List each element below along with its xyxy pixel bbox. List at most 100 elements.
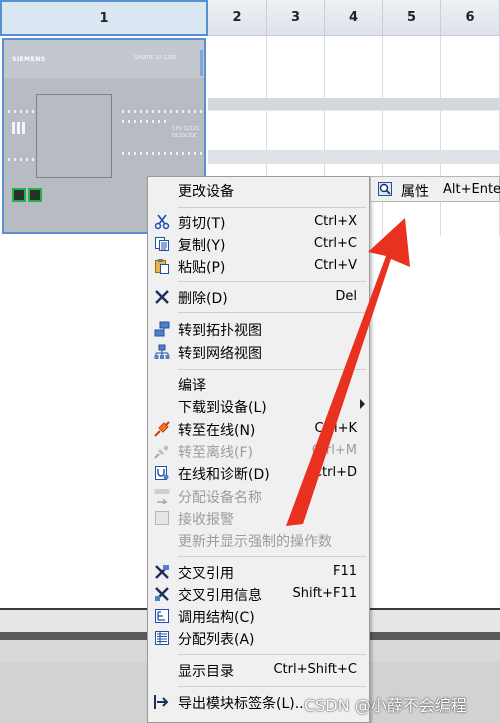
- menu-item-paste[interactable]: 粘贴(P) Ctrl+V: [148, 255, 369, 277]
- slot-header-row: 1 2 3 4 5 6: [0, 0, 500, 36]
- menu-item-label: 接收报警: [178, 512, 234, 528]
- menu-item-go-to-topology-view[interactable]: 转到拓扑视图: [148, 318, 369, 340]
- menu-item-call-structure[interactable]: 调用结构(C): [148, 605, 369, 627]
- cross-reference-icon: [154, 564, 170, 580]
- cpu-power-label: DC/DC/DC: [172, 133, 198, 139]
- slot-header-1[interactable]: 1: [0, 0, 208, 36]
- menu-item-cross-reference-info[interactable]: 交叉引用信息 Shift+F11: [148, 583, 369, 605]
- menu-item-cross-reference[interactable]: 交叉引用 F11: [148, 561, 369, 583]
- slot-header-3[interactable]: 3: [267, 0, 325, 36]
- menu-separator: [178, 654, 366, 655]
- menu-separator: [178, 207, 366, 208]
- device-model-label: SIMATIC S7-1200: [134, 55, 177, 61]
- terminal-dots-left: [8, 110, 34, 113]
- signal-board-slot[interactable]: [36, 94, 112, 178]
- copy-icon: [154, 236, 170, 252]
- rack-slot-5[interactable]: [383, 36, 441, 236]
- menu-separator: [178, 312, 366, 313]
- assign-name-icon: [154, 488, 170, 505]
- submenu-properties[interactable]: 属性 Alt+Enter: [370, 176, 500, 202]
- menu-item-assignment-list[interactable]: 分配列表(A): [148, 627, 369, 649]
- call-structure-icon: [154, 608, 170, 624]
- paste-icon: [154, 258, 170, 274]
- menu-item-label: 编译: [178, 378, 206, 394]
- menu-item-download-to-device[interactable]: 下载到设备(L): [148, 395, 369, 417]
- topology-view-icon: [154, 321, 170, 337]
- menu-item-shortcut: Ctrl+M: [311, 443, 357, 458]
- rack-rail-line: [208, 110, 500, 111]
- menu-item-label: 调用结构(C): [178, 610, 255, 626]
- menu-item-label: 更改设备: [178, 184, 234, 200]
- menu-item-label: 剪切(T): [178, 216, 226, 232]
- menu-item-change-device[interactable]: 更改设备: [148, 179, 369, 201]
- delete-icon: [154, 289, 170, 305]
- menu-item-shortcut: Ctrl+K: [314, 421, 357, 436]
- scissors-icon: [154, 214, 170, 230]
- rack-slot-6[interactable]: [441, 36, 500, 236]
- menu-item-shortcut: Ctrl+Shift+C: [273, 662, 357, 677]
- menu-item-shortcut: Ctrl+V: [314, 258, 357, 273]
- device-brand-label: SIEMENS: [12, 56, 46, 63]
- status-led-icon: [12, 122, 26, 134]
- slot-header-6[interactable]: 6: [441, 0, 500, 36]
- submenu-shortcut: Alt+Enter: [443, 182, 500, 197]
- menu-item-shortcut: Ctrl+D: [312, 465, 357, 480]
- receive-alarm-icon: [154, 510, 170, 526]
- menu-item-go-online[interactable]: 转至在线(N) Ctrl+K: [148, 418, 369, 440]
- menu-item-receive-alarms[interactable]: 接收报警: [148, 507, 369, 529]
- go-online-icon: [154, 421, 170, 437]
- menu-item-go-to-network-view[interactable]: 转到网络视图: [148, 341, 369, 363]
- menu-item-label: 分配列表(A): [178, 632, 255, 648]
- io-dots-lower: [122, 152, 202, 155]
- menu-separator: [178, 556, 366, 557]
- menu-item-label: 导出模块标签条(L)...: [178, 696, 309, 712]
- menu-item-go-offline[interactable]: 转至离线(F) Ctrl+M: [148, 440, 369, 462]
- menu-item-update-forced-operands[interactable]: 更新并显示强制的操作数: [148, 529, 369, 551]
- menu-item-label: 粘贴(P): [178, 260, 226, 276]
- terminal-dots-right: [122, 110, 202, 113]
- menu-item-label: 更新并显示强制的操作数: [178, 534, 332, 550]
- menu-item-label: 分配设备名称: [178, 490, 262, 506]
- menu-item-show-catalog[interactable]: 显示目录 Ctrl+Shift+C: [148, 659, 369, 681]
- rack-rail-upper: [208, 98, 500, 110]
- menu-item-label: 显示目录: [178, 664, 234, 680]
- menu-separator: [178, 281, 366, 282]
- menu-item-label: 交叉引用: [178, 566, 234, 582]
- menu-item-label: 转到网络视图: [178, 346, 262, 362]
- menu-item-label: 下载到设备(L): [178, 400, 267, 416]
- menu-item-label: 转到拓扑视图: [178, 323, 262, 339]
- menu-item-shortcut: F11: [332, 564, 357, 579]
- submenu-label: 属性: [401, 184, 429, 200]
- rack-rail-lower: [208, 150, 500, 164]
- menu-item-online-diagnostics[interactable]: 在线和诊断(D) Ctrl+D: [148, 462, 369, 484]
- menu-separator: [178, 369, 366, 370]
- menu-item-shortcut: Shift+F11: [292, 586, 357, 601]
- slot-header-5[interactable]: 5: [383, 0, 441, 36]
- profinet-port-1-icon[interactable]: [12, 188, 26, 202]
- menu-item-shortcut: Ctrl+C: [313, 236, 357, 251]
- menu-item-label: 交叉引用信息: [178, 588, 262, 604]
- menu-item-label: 转至在线(N): [178, 423, 256, 439]
- diagnostics-icon: [154, 465, 170, 481]
- watermark-text: CSDN @小薛不会编程: [304, 696, 467, 715]
- menu-item-delete[interactable]: 删除(D) Del: [148, 286, 369, 308]
- slot-header-4[interactable]: 4: [325, 0, 383, 36]
- submenu-arrow-icon: [360, 399, 365, 409]
- cross-reference-info-icon: [154, 586, 170, 602]
- menu-item-label: 删除(D): [178, 291, 228, 307]
- menu-item-assign-device-name[interactable]: 分配设备名称: [148, 485, 369, 507]
- menu-item-compile[interactable]: 编译: [148, 373, 369, 395]
- profinet-port-2-icon[interactable]: [28, 188, 42, 202]
- go-offline-icon: [154, 443, 170, 459]
- slot-header-2[interactable]: 2: [208, 0, 267, 36]
- export-icon: [154, 694, 170, 710]
- menu-separator: [178, 686, 366, 687]
- menu-item-shortcut: Del: [335, 289, 357, 304]
- cpu-label: CPU 1212C DC/DC/DC: [172, 126, 200, 140]
- menu-item-label: 在线和诊断(D): [178, 467, 270, 483]
- menu-item-copy[interactable]: 复制(Y) Ctrl+C: [148, 233, 369, 255]
- menu-item-cut[interactable]: 剪切(T) Ctrl+X: [148, 211, 369, 233]
- menu-item-label: 转至离线(F): [178, 445, 253, 461]
- menu-item-shortcut: Ctrl+X: [314, 214, 357, 229]
- terminal-dots-lower-left: [8, 158, 34, 161]
